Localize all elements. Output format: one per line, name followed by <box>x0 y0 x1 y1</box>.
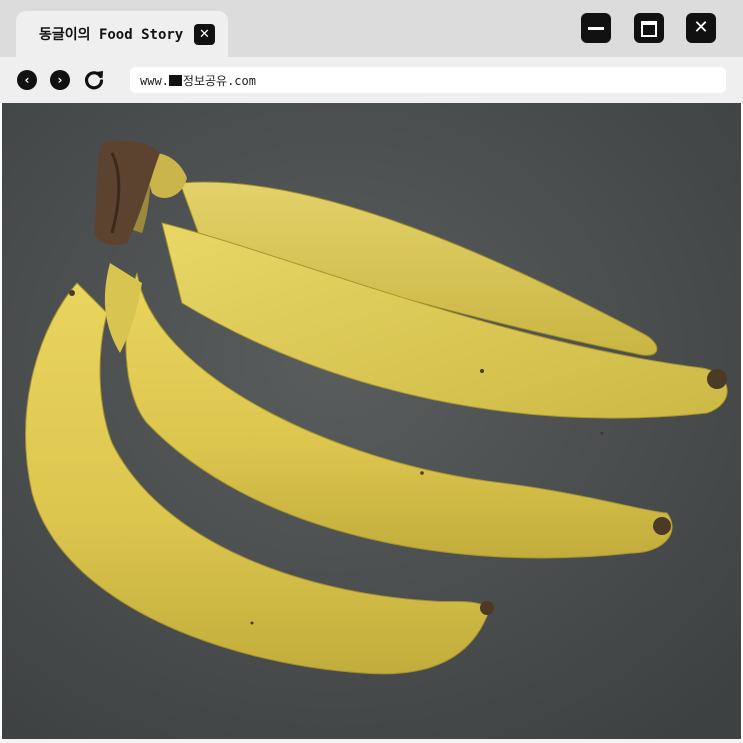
maximize-button[interactable] <box>634 13 664 43</box>
browser-tab[interactable]: 동글이의 Food Story ✕ <box>16 11 228 57</box>
close-icon: ✕ <box>693 17 709 38</box>
reload-icon[interactable] <box>82 68 106 92</box>
forward-button[interactable]: › <box>50 70 70 90</box>
minimize-button[interactable] <box>581 13 611 43</box>
redaction-block <box>168 75 182 86</box>
chevron-left-icon: ‹ <box>24 73 30 87</box>
url-text: www. 정보공유.com <box>140 72 256 89</box>
close-window-button[interactable]: ✕ <box>686 13 716 43</box>
browser-window: 동글이의 Food Story ✕ ✕ ‹ › www. 정보공유.com <box>0 0 743 743</box>
chevron-right-icon: › <box>57 73 63 87</box>
tab-title: 동글이의 Food Story <box>39 27 184 43</box>
url-prefix: www. <box>140 74 169 88</box>
address-bar[interactable]: www. 정보공유.com <box>130 67 726 93</box>
title-bar: 동글이의 Food Story ✕ ✕ <box>0 0 743 57</box>
page-content <box>2 103 741 739</box>
bananas-photo <box>2 103 741 739</box>
url-suffix: 정보공유.com <box>182 74 256 88</box>
tab-close-icon[interactable]: ✕ <box>194 24 215 45</box>
back-button[interactable]: ‹ <box>17 70 37 90</box>
toolbar: ‹ › www. 정보공유.com <box>0 57 743 103</box>
bottom-edge <box>0 739 743 743</box>
